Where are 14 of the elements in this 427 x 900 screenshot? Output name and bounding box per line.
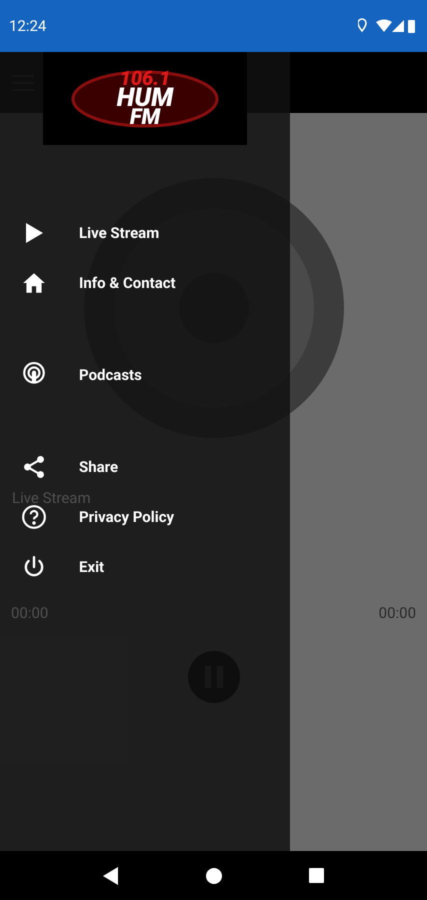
- status-time: 12:24: [9, 16, 46, 37]
- duration-time: 00:00: [378, 603, 416, 624]
- recents-icon[interactable]: [308, 868, 324, 883]
- drawer-item[interactable]: Podcasts: [0, 350, 290, 400]
- drawer-item[interactable]: Exit: [0, 542, 290, 592]
- back-icon[interactable]: [103, 866, 120, 884]
- play-icon: [24, 222, 44, 244]
- status-icons: [358, 18, 418, 34]
- logo-frequency: 106.1: [120, 68, 170, 88]
- help-icon: [20, 504, 46, 530]
- home-icon[interactable]: [206, 868, 222, 884]
- drawer-item[interactable]: Info & Contact: [0, 258, 290, 308]
- drawer-item[interactable]: Live Stream: [0, 208, 290, 258]
- drawer-item[interactable]: Share: [0, 442, 290, 492]
